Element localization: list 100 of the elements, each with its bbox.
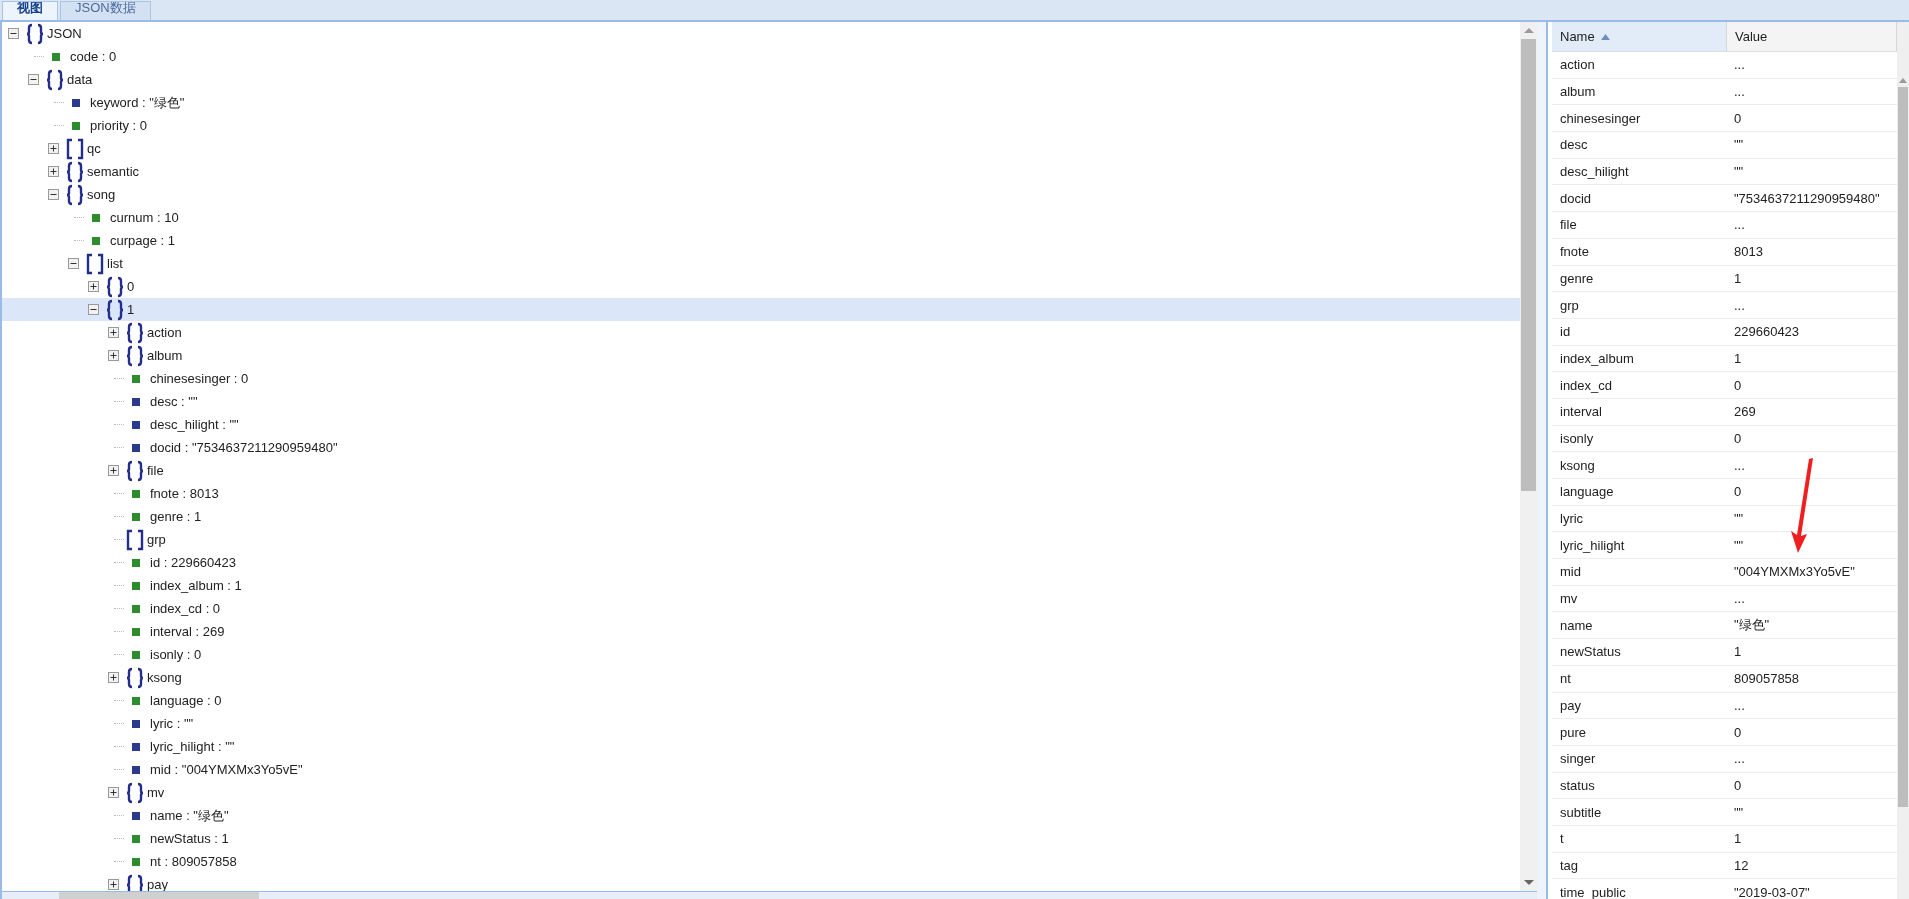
tree-node-label[interactable]: curnum : 10 [110,210,179,225]
tree-row[interactable]: lyric_hilight : "" [2,735,1520,758]
collapse-icon[interactable] [8,28,19,39]
tree-node-label[interactable]: nt : 809057858 [150,854,237,869]
tree-row[interactable]: 0 [2,275,1520,298]
tree-node-label[interactable]: desc_hilight : "" [150,417,239,432]
tree-row[interactable]: mid : "004YMXMx3Yo5vE" [2,758,1520,781]
tree-node-label[interactable]: grp [147,532,166,547]
tree-row[interactable]: chinesesinger : 0 [2,367,1520,390]
property-name: fnote [1559,244,1590,260]
tree-node-label[interactable]: album [147,348,183,363]
tree-node-label[interactable]: index_album : 1 [150,578,242,593]
expand-icon[interactable] [108,787,119,798]
tree-node-label[interactable]: list [107,256,123,271]
tree-node-label[interactable]: lyric : "" [150,716,194,731]
expand-icon[interactable] [48,166,59,177]
tree-node-label[interactable]: lyric_hilight : "" [150,739,235,754]
tree-row[interactable]: priority : 0 [2,114,1520,137]
tree-node-label[interactable]: interval : 269 [150,624,225,639]
tree-row[interactable]: action [2,321,1520,344]
scrollbar[interactable] [1520,22,1537,891]
expand-icon[interactable] [108,350,119,361]
tree-node-label[interactable]: semantic [87,164,140,179]
tree-node-label[interactable]: mid : "004YMXMx3Yo5vE" [150,762,303,777]
property-name: id [1559,324,1572,340]
tree-row[interactable]: id : 229660423 [2,551,1520,574]
tree-row[interactable]: file [2,459,1520,482]
tree-row[interactable]: grp [2,528,1520,551]
collapse-icon[interactable] [88,304,99,315]
tree-row[interactable]: curnum : 10 [2,206,1520,229]
tree-row[interactable]: album [2,344,1520,367]
tree-node-label[interactable]: fnote : 8013 [150,486,219,501]
tree-node-label[interactable]: chinesesinger : 0 [150,371,249,386]
tree-row[interactable]: docid : "7534637211290959480" [2,436,1520,459]
tree-node-label[interactable]: JSON [47,26,82,41]
tree-node-label[interactable]: name : "绿色" [150,806,229,825]
tree-row[interactable]: pay [2,873,1520,891]
tree-node-label[interactable]: language : 0 [150,693,222,708]
tree-node-label[interactable]: file [147,463,164,478]
tree-node-label[interactable]: newStatus : 1 [150,831,229,846]
tree-row[interactable]: index_album : 1 [2,574,1520,597]
expand-icon[interactable] [108,879,119,890]
tree-node-label[interactable]: genre : 1 [150,509,202,524]
scrollbar[interactable] [1897,22,1909,899]
tree-row[interactable]: newStatus : 1 [2,827,1520,850]
tree-row[interactable]: song [2,183,1520,206]
expand-icon[interactable] [108,327,119,338]
tree-node-label[interactable]: action [147,325,182,340]
tree-row[interactable]: fnote : 8013 [2,482,1520,505]
collapse-icon[interactable] [48,189,59,200]
tree-node-label[interactable]: curpage : 1 [110,233,176,248]
tree-row[interactable]: nt : 809057858 [2,850,1520,873]
property-value: "" [1733,164,1745,180]
tree-row[interactable]: JSON [2,22,1520,45]
tree-row[interactable]: qc [2,137,1520,160]
tree-node-label[interactable]: index_cd : 0 [150,601,221,616]
tree-node-label[interactable]: pay [147,877,168,891]
tree-row[interactable]: genre : 1 [2,505,1520,528]
tree-node-label[interactable]: song [87,187,116,202]
tree-node-label[interactable]: keyword : "绿色" [90,93,185,112]
tree-row[interactable]: semantic [2,160,1520,183]
tab[interactable]: JSON数据 [60,1,151,20]
tree-node-label[interactable]: docid : "7534637211290959480" [150,440,338,455]
tree-row[interactable]: desc : "" [2,390,1520,413]
tree-node-label[interactable]: desc : "" [150,394,198,409]
tree-row[interactable]: curpage : 1 [2,229,1520,252]
tree-node-label[interactable]: qc [87,141,101,156]
tree-node-label[interactable]: ksong [147,670,182,685]
collapse-icon[interactable] [28,74,39,85]
horizontal-scrollbar[interactable] [2,891,1537,899]
column-header[interactable]: Name [1552,22,1727,51]
collapse-icon[interactable] [68,258,79,269]
tree-row[interactable]: list [2,252,1520,275]
tree-row[interactable]: 1 [2,298,1520,321]
expand-icon[interactable] [48,143,59,154]
tree-row[interactable]: lyric : "" [2,712,1520,735]
tree-node-label[interactable]: priority : 0 [90,118,148,133]
tree-row[interactable]: mv [2,781,1520,804]
tree-node-label[interactable]: code : 0 [70,49,117,64]
tree-row[interactable]: desc_hilight : "" [2,413,1520,436]
tree-node-label[interactable]: data [67,72,93,87]
tree-row[interactable]: index_cd : 0 [2,597,1520,620]
tree-node-label[interactable]: 1 [127,302,135,317]
tree-row[interactable]: language : 0 [2,689,1520,712]
tree-row[interactable]: keyword : "绿色" [2,91,1520,114]
tree-node-label[interactable]: id : 229660423 [150,555,237,570]
tree-row[interactable]: code : 0 [2,45,1520,68]
tree-node-label[interactable]: mv [147,785,165,800]
tree-row[interactable]: ksong [2,666,1520,689]
property-value: "7534637211290959480" [1733,190,1881,206]
tree-row[interactable]: isonly : 0 [2,643,1520,666]
tree-row[interactable]: name : "绿色" [2,804,1520,827]
property-name: lyric_hilight [1559,537,1626,553]
expand-icon[interactable] [108,672,119,683]
tree-node-label[interactable]: isonly : 0 [150,647,202,662]
tree-node-label[interactable]: 0 [127,279,135,294]
tree-row[interactable]: data [2,68,1520,91]
expand-icon[interactable] [88,281,99,292]
tree-row[interactable]: interval : 269 [2,620,1520,643]
expand-icon[interactable] [108,465,119,476]
